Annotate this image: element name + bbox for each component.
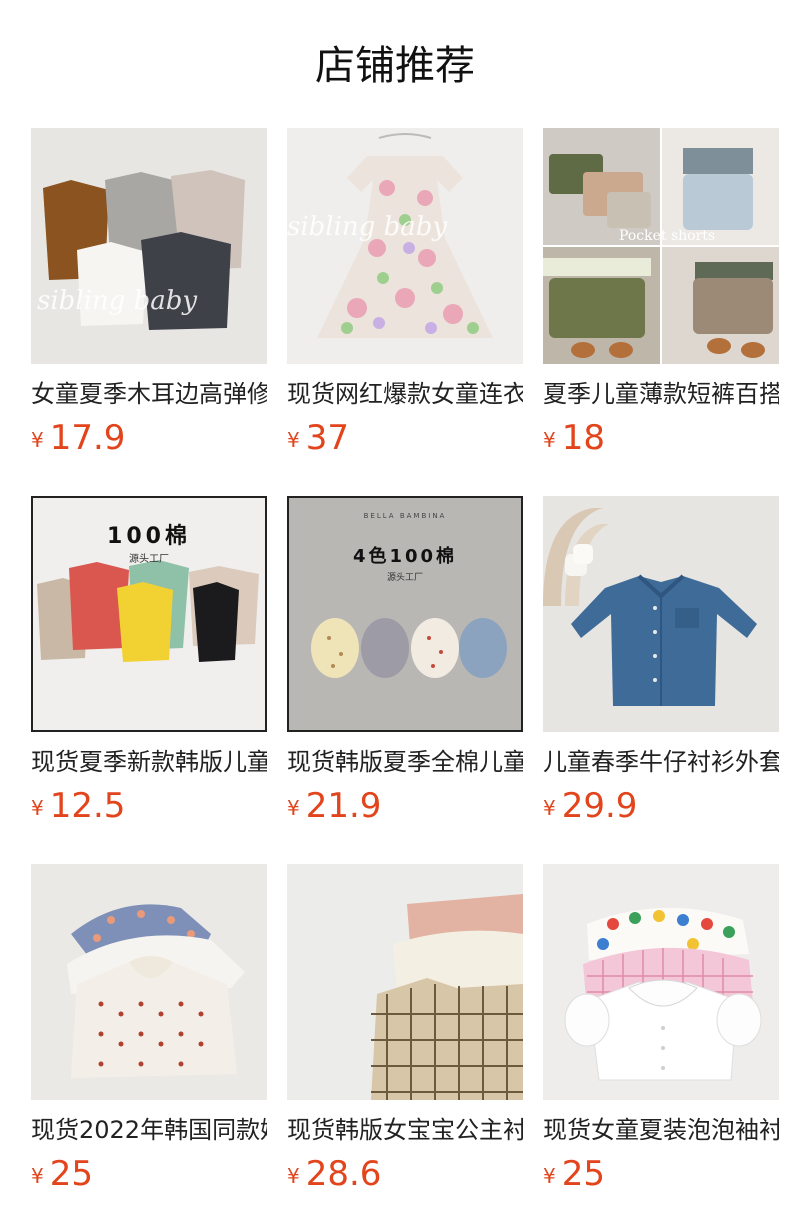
watermark-text: sibling baby (37, 286, 198, 316)
watermark-text: Pocket shorts (619, 228, 716, 244)
bloomers-photo[interactable]: BELLA BAMBINA 4色100棉 源头工厂 (287, 496, 523, 732)
product-grid: sibling baby 女童夏季木耳边高弹修身打底背心 ¥17.9 (31, 128, 790, 1194)
vests-photo[interactable]: 100棉 源头工厂 (31, 496, 267, 732)
currency-symbol: ¥ (543, 428, 556, 452)
promo-subtitle: 源头工厂 (129, 554, 169, 565)
puff-sleeve-blouses-photo[interactable] (543, 864, 779, 1100)
watermark-text: sibling baby (287, 212, 448, 242)
product-card[interactable]: sibling baby 现货网红爆款女童连衣裙 ¥37 (287, 128, 523, 458)
price-value: 37 (305, 418, 349, 458)
product-price: ¥25 (31, 1154, 93, 1194)
price-value: 17.9 (49, 418, 126, 458)
price-value: 28.6 (305, 1154, 382, 1194)
promo-subtitle: 源头工厂 (386, 573, 423, 583)
page-title: 店铺推荐 (315, 43, 475, 89)
product-card[interactable]: BELLA BAMBINA 4色100棉 源头工厂 现货韩版夏季全棉儿童灯笼裤 … (287, 496, 523, 826)
product-price: ¥29.9 (543, 786, 637, 826)
product-card[interactable]: 100棉 源头工厂 现货夏季新款韩版儿童背心 ¥12.5 (31, 496, 267, 826)
currency-symbol: ¥ (31, 1164, 44, 1188)
price-value: 25 (561, 1154, 605, 1194)
price-value: 18 (561, 418, 605, 458)
tank-tops-photo[interactable]: sibling baby (31, 128, 267, 364)
promo-banner: 4色100棉 (352, 546, 458, 567)
product-name[interactable]: 现货女童夏装泡泡袖衬衫 (543, 1114, 779, 1146)
product-price: ¥28.6 (287, 1154, 381, 1194)
product-name[interactable]: 现货夏季新款韩版儿童背心 (31, 746, 267, 778)
currency-symbol: ¥ (543, 1164, 556, 1188)
promo-banner: 100棉 (107, 524, 191, 549)
product-name[interactable]: 现货韩版夏季全棉儿童灯笼裤 (287, 746, 523, 778)
currency-symbol: ¥ (31, 796, 44, 820)
price-value: 29.9 (561, 786, 638, 826)
price-value: 21.9 (305, 786, 382, 826)
product-price: ¥21.9 (287, 786, 381, 826)
shorts-photo[interactable]: Pocket shorts (543, 128, 779, 364)
currency-symbol: ¥ (287, 428, 300, 452)
brand-text: BELLA BAMBINA (363, 512, 447, 520)
product-card[interactable]: 现货女童夏装泡泡袖衬衫 ¥25 (543, 864, 779, 1194)
currency-symbol: ¥ (543, 796, 556, 820)
product-name[interactable]: 儿童春季牛仔衬衫外套 (543, 746, 779, 778)
product-price: ¥17.9 (31, 418, 125, 458)
product-card[interactable]: sibling baby 女童夏季木耳边高弹修身打底背心 ¥17.9 (31, 128, 267, 458)
product-price: ¥18 (543, 418, 605, 458)
currency-symbol: ¥ (287, 1164, 300, 1188)
product-card[interactable]: 现货韩版女宝宝公主衬衫 ¥28.6 (287, 864, 523, 1194)
product-card[interactable]: Pocket shorts 夏季儿童薄款短裤百搭 ¥18 (543, 128, 779, 458)
product-name[interactable]: 女童夏季木耳边高弹修身打底背心 (31, 378, 267, 410)
product-name[interactable]: 夏季儿童薄款短裤百搭 (543, 378, 779, 410)
product-card[interactable]: 现货2022年韩国同款娃娃领衬衫 ¥25 (31, 864, 267, 1194)
price-value: 25 (49, 1154, 93, 1194)
currency-symbol: ¥ (287, 796, 300, 820)
product-price: ¥25 (543, 1154, 605, 1194)
denim-shirt-photo[interactable] (543, 496, 779, 732)
product-price: ¥37 (287, 418, 349, 458)
product-card[interactable]: 儿童春季牛仔衬衫外套 ¥29.9 (543, 496, 779, 826)
currency-symbol: ¥ (31, 428, 44, 452)
collar-blouses-photo[interactable] (31, 864, 267, 1100)
price-value: 12.5 (49, 786, 126, 826)
plaid-blouses-photo[interactable] (287, 864, 523, 1100)
product-name[interactable]: 现货2022年韩国同款娃娃领衬衫 (31, 1114, 267, 1146)
product-name[interactable]: 现货韩版女宝宝公主衬衫 (287, 1114, 523, 1146)
floral-dress-photo[interactable]: sibling baby (287, 128, 523, 364)
product-name[interactable]: 现货网红爆款女童连衣裙 (287, 378, 523, 410)
product-price: ¥12.5 (31, 786, 125, 826)
